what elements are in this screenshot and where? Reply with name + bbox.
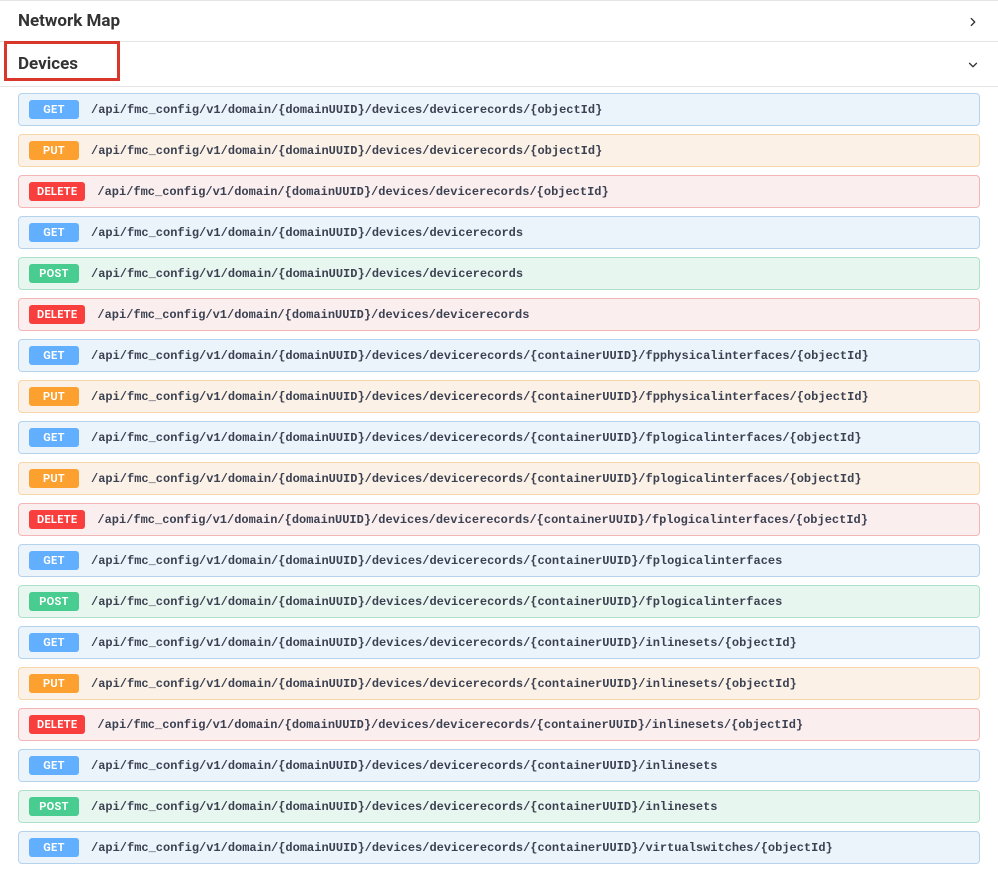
endpoint-row[interactable]: PUT/api/fmc_config/v1/domain/{domainUUID… [18,380,980,413]
http-method-badge: GET [29,428,79,447]
endpoint-path: /api/fmc_config/v1/domain/{domainUUID}/d… [91,554,782,568]
http-method-badge: GET [29,756,79,775]
http-method-badge: PUT [29,387,79,406]
http-method-badge: GET [29,346,79,365]
endpoint-path: /api/fmc_config/v1/domain/{domainUUID}/d… [97,718,803,732]
endpoint-row[interactable]: GET/api/fmc_config/v1/domain/{domainUUID… [18,749,980,782]
http-method-badge: GET [29,551,79,570]
endpoint-row[interactable]: GET/api/fmc_config/v1/domain/{domainUUID… [18,421,980,454]
endpoint-row[interactable]: GET/api/fmc_config/v1/domain/{domainUUID… [18,831,980,864]
http-method-badge: PUT [29,141,79,160]
endpoint-row[interactable]: PUT/api/fmc_config/v1/domain/{domainUUID… [18,667,980,700]
endpoint-path: /api/fmc_config/v1/domain/{domainUUID}/d… [91,636,797,650]
http-method-badge: DELETE [29,305,85,324]
endpoint-row[interactable]: GET/api/fmc_config/v1/domain/{domainUUID… [18,626,980,659]
endpoint-path: /api/fmc_config/v1/domain/{domainUUID}/d… [91,472,862,486]
endpoint-path: /api/fmc_config/v1/domain/{domainUUID}/d… [91,595,782,609]
endpoint-path: /api/fmc_config/v1/domain/{domainUUID}/d… [91,267,523,281]
endpoint-path: /api/fmc_config/v1/domain/{domainUUID}/d… [91,390,869,404]
endpoint-row[interactable]: DELETE/api/fmc_config/v1/domain/{domainU… [18,708,980,741]
endpoint-row[interactable]: POST/api/fmc_config/v1/domain/{domainUUI… [18,790,980,823]
http-method-badge: PUT [29,469,79,488]
endpoint-row[interactable]: GET/api/fmc_config/v1/domain/{domainUUID… [18,93,980,126]
endpoint-path: /api/fmc_config/v1/domain/{domainUUID}/d… [91,103,602,117]
endpoint-row[interactable]: PUT/api/fmc_config/v1/domain/{domainUUID… [18,462,980,495]
endpoint-path: /api/fmc_config/v1/domain/{domainUUID}/d… [91,759,718,773]
http-method-badge: GET [29,838,79,857]
endpoint-path: /api/fmc_config/v1/domain/{domainUUID}/d… [91,226,523,240]
endpoint-path: /api/fmc_config/v1/domain/{domainUUID}/d… [91,677,797,691]
endpoint-row[interactable]: PUT/api/fmc_config/v1/domain/{domainUUID… [18,134,980,167]
http-method-badge: POST [29,592,79,611]
endpoint-path: /api/fmc_config/v1/domain/{domainUUID}/d… [91,144,602,158]
endpoint-row[interactable]: POST/api/fmc_config/v1/domain/{domainUUI… [18,257,980,290]
http-method-badge: DELETE [29,715,85,734]
endpoint-row[interactable]: DELETE/api/fmc_config/v1/domain/{domainU… [18,175,980,208]
endpoint-row[interactable]: DELETE/api/fmc_config/v1/domain/{domainU… [18,503,980,536]
endpoint-row[interactable]: POST/api/fmc_config/v1/domain/{domainUUI… [18,585,980,618]
endpoint-path: /api/fmc_config/v1/domain/{domainUUID}/d… [97,513,868,527]
http-method-badge: POST [29,797,79,816]
endpoint-row[interactable]: GET/api/fmc_config/v1/domain/{domainUUID… [18,544,980,577]
endpoint-path: /api/fmc_config/v1/domain/{domainUUID}/d… [91,349,869,363]
endpoint-path: /api/fmc_config/v1/domain/{domainUUID}/d… [91,800,718,814]
http-method-badge: POST [29,264,79,283]
http-method-badge: GET [29,100,79,119]
http-method-badge: PUT [29,674,79,693]
endpoint-path: /api/fmc_config/v1/domain/{domainUUID}/d… [97,308,529,322]
section-title-devices: Devices [0,42,96,86]
section-title-network-map: Network Map [18,11,120,31]
section-header-devices[interactable]: Devices [0,42,998,87]
endpoint-row[interactable]: GET/api/fmc_config/v1/domain/{domainUUID… [18,216,980,249]
endpoint-path: /api/fmc_config/v1/domain/{domainUUID}/d… [91,431,862,445]
section-header-network-map[interactable]: Network Map [0,0,998,42]
http-method-badge: GET [29,633,79,652]
http-method-badge: DELETE [29,510,85,529]
endpoints-list: GET/api/fmc_config/v1/domain/{domainUUID… [0,87,998,882]
chevron-down-icon [966,57,980,71]
http-method-badge: GET [29,223,79,242]
chevron-right-icon [966,14,980,28]
http-method-badge: DELETE [29,182,85,201]
endpoint-path: /api/fmc_config/v1/domain/{domainUUID}/d… [97,185,608,199]
endpoint-path: /api/fmc_config/v1/domain/{domainUUID}/d… [91,841,833,855]
endpoint-row[interactable]: GET/api/fmc_config/v1/domain/{domainUUID… [18,339,980,372]
endpoint-row[interactable]: DELETE/api/fmc_config/v1/domain/{domainU… [18,298,980,331]
